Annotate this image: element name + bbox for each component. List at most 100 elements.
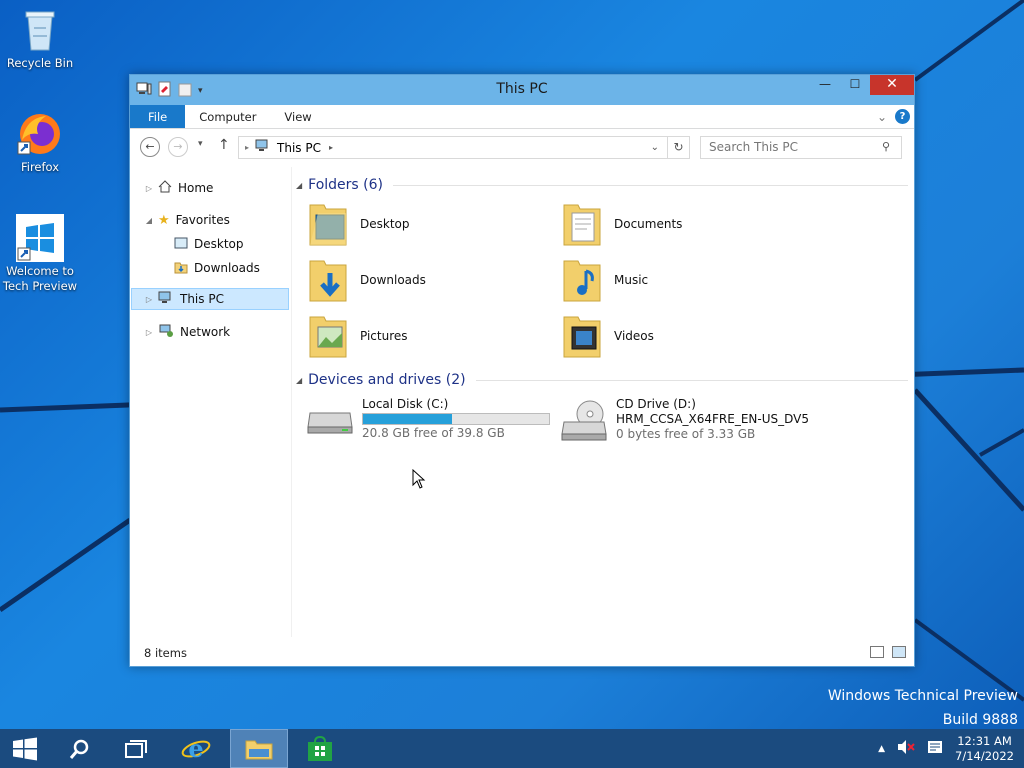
tab-file[interactable]: File: [130, 105, 186, 128]
title-bar[interactable]: ▾ This PC — ☐ ✕: [130, 75, 914, 105]
clock-time: 12:31 AM: [957, 733, 1012, 748]
help-button[interactable]: ?: [895, 109, 910, 124]
home-icon: [158, 180, 172, 196]
tab-computer[interactable]: Computer: [185, 105, 270, 128]
desktop-icon-label: Firefox: [20, 160, 60, 174]
internet-explorer-icon: e: [181, 735, 211, 763]
nav-item-favorites[interactable]: ◢ ★ Favorites: [130, 209, 288, 231]
search-icon: [69, 739, 89, 759]
drive-free-space: 20.8 GB free of 39.8 GB: [362, 426, 505, 440]
breadcrumb-this-pc[interactable]: This PC: [277, 141, 321, 155]
recent-locations-icon[interactable]: ▾: [198, 139, 203, 149]
desktop-folder-icon: [308, 201, 348, 247]
close-button[interactable]: ✕: [870, 75, 914, 95]
store-icon: [308, 735, 332, 761]
store-button[interactable]: [292, 729, 348, 768]
internet-explorer-button[interactable]: e: [168, 729, 224, 768]
explorer-window: ▾ This PC — ☐ ✕ File Computer View ⌄ ? ←…: [129, 74, 915, 667]
desktop-icon-welcome[interactable]: Welcome to Tech Preview: [0, 214, 80, 294]
drive-cd-d[interactable]: CD Drive (D:) HRM_CCSA_X64FRE_EN-US_DV5 …: [560, 397, 809, 442]
videos-folder-icon: [562, 313, 602, 359]
svg-text:e: e: [188, 735, 203, 763]
folder-pictures[interactable]: Pictures: [308, 313, 408, 359]
firefox-icon: [16, 110, 64, 158]
minimize-button[interactable]: —: [810, 75, 840, 95]
computer-icon: [255, 139, 271, 156]
nav-item-home[interactable]: ▷ Home: [130, 177, 288, 199]
folder-downloads[interactable]: Downloads: [308, 257, 426, 303]
windows-logo-icon: [13, 737, 37, 760]
file-explorer-icon: [245, 740, 273, 759]
address-bar[interactable]: ▸ This PC ▸ ⌄ ↻: [238, 136, 690, 159]
downloads-folder-icon: [308, 257, 348, 303]
back-button[interactable]: ←: [140, 137, 160, 157]
computer-icon: [158, 291, 174, 308]
volume-muted-icon[interactable]: [897, 739, 915, 758]
large-icons-view-icon[interactable]: [892, 646, 906, 658]
hard-drive-icon: [306, 403, 354, 435]
refresh-icon[interactable]: ↻: [667, 137, 689, 158]
drive-name: Local Disk (C:): [362, 397, 449, 411]
drive-label: HRM_CCSA_X64FRE_EN-US_DV5: [616, 412, 809, 426]
desktop-icon: [174, 237, 188, 252]
drive-local-disk-c[interactable]: Local Disk (C:) 20.8 GB free of 39.8 GB: [306, 397, 550, 441]
windows-logo-icon: [16, 214, 64, 262]
content-area: ◢ Folders (6) Desktop Documents Download…: [296, 167, 914, 637]
task-view-button[interactable]: [108, 729, 164, 768]
nav-item-this-pc[interactable]: ▷ This PC: [131, 288, 289, 310]
desktop-icon-label: Welcome to Tech Preview: [2, 264, 78, 293]
nav-item-downloads[interactable]: Downloads: [130, 257, 288, 279]
os-watermark: Windows Technical Preview Build 9888: [827, 688, 1018, 728]
recycle-bin-icon: [16, 6, 64, 54]
tab-view[interactable]: View: [270, 105, 325, 128]
nav-item-desktop[interactable]: Desktop: [130, 233, 288, 255]
folder-documents[interactable]: Documents: [562, 201, 682, 247]
drive-name: CD Drive (D:): [616, 397, 696, 411]
desktop-icon-recycle-bin[interactable]: Recycle Bin: [0, 6, 80, 71]
collapse-icon[interactable]: ◢: [296, 181, 302, 190]
start-button[interactable]: [0, 729, 50, 768]
star-icon: ★: [158, 212, 170, 228]
search-input[interactable]: Search This PC: [700, 136, 902, 159]
desktop-icon-label: Recycle Bin: [6, 56, 74, 70]
item-count: 8 items: [144, 646, 187, 660]
collapse-icon[interactable]: ◢: [296, 376, 302, 385]
details-view-icon[interactable]: [870, 646, 884, 658]
downloads-icon: [174, 260, 188, 277]
maximize-button[interactable]: ☐: [840, 75, 870, 95]
clock[interactable]: 12:31 AM 7/14/2022: [955, 734, 1014, 764]
desktop-icon-firefox[interactable]: Firefox: [0, 110, 80, 175]
devices-group-header[interactable]: ◢ Devices and drives (2): [296, 372, 908, 388]
search-button[interactable]: [52, 729, 108, 768]
cd-drive-icon: [560, 398, 608, 442]
documents-folder-icon: [562, 201, 602, 247]
search-icon: ⚲: [882, 140, 891, 153]
expand-ribbon-icon[interactable]: ⌄: [877, 110, 887, 124]
ribbon: File Computer View ⌄ ?: [130, 105, 914, 129]
file-explorer-button[interactable]: [230, 729, 288, 768]
mouse-cursor-icon: [412, 469, 426, 489]
folder-videos[interactable]: Videos: [562, 313, 654, 359]
taskbar: e ▲ 12:31 AM 7/14/2022: [0, 729, 1024, 768]
music-folder-icon: [562, 257, 602, 303]
folders-group-header[interactable]: ◢ Folders (6): [296, 177, 908, 193]
show-hidden-icons-icon[interactable]: ▲: [878, 744, 885, 754]
folder-desktop[interactable]: Desktop: [308, 201, 410, 247]
status-bar: 8 items: [130, 640, 914, 666]
up-arrow-icon[interactable]: ↑: [218, 137, 230, 153]
navigation-pane: ▷ Home ◢ ★ Favorites Desktop Downloads ▷…: [130, 167, 292, 637]
folder-music[interactable]: Music: [562, 257, 648, 303]
forward-button[interactable]: →: [168, 137, 188, 157]
window-title: This PC: [496, 81, 548, 97]
system-tray: ▲ 12:31 AM 7/14/2022: [878, 729, 1014, 768]
drive-usage-bar: [362, 413, 550, 425]
chevron-down-icon[interactable]: ⌄: [651, 142, 659, 153]
clock-date: 7/14/2022: [955, 748, 1014, 763]
pictures-folder-icon: [308, 313, 348, 359]
network-icon: [158, 324, 174, 341]
task-view-icon: [125, 739, 147, 758]
action-center-icon[interactable]: [927, 740, 943, 757]
chevron-right-icon[interactable]: ▸: [329, 143, 333, 152]
nav-item-network[interactable]: ▷ Network: [130, 321, 288, 343]
navigation-bar: ← → ▾ ↑ ▸ This PC ▸ ⌄ ↻ Search This PC ⚲: [130, 129, 914, 165]
